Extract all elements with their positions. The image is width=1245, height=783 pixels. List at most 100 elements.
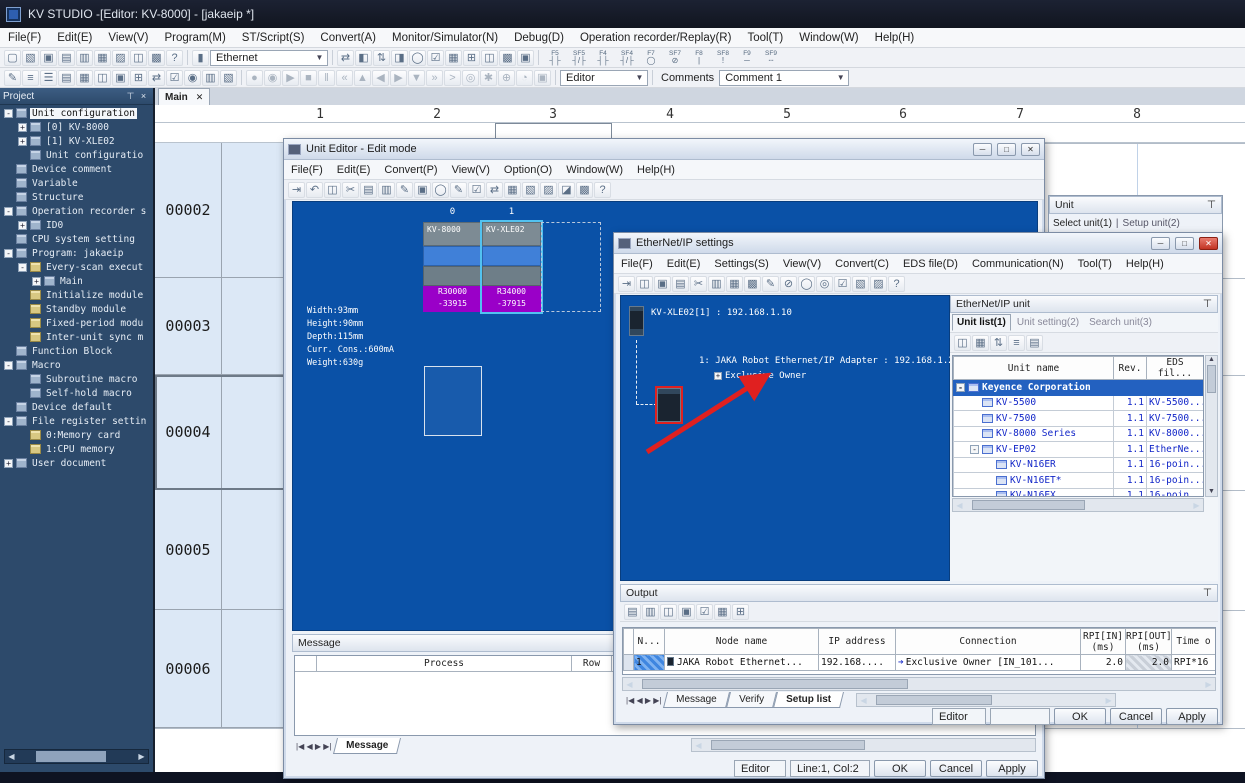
import-unit-icon[interactable]: ⇥ — [288, 182, 305, 198]
copy-icon[interactable]: ▤ — [360, 182, 377, 198]
tree-item[interactable]: + [0] KV-8000 — [0, 120, 155, 134]
tree-item[interactable]: Variable — [0, 176, 155, 190]
step-back-icon[interactable]: ◀ — [372, 70, 389, 86]
menu-item[interactable]: Help(H) — [630, 162, 682, 178]
adapter-device-icon[interactable] — [657, 388, 681, 422]
unit-window-icon[interactable]: ◫ — [94, 70, 111, 86]
expand-toggle[interactable]: - — [970, 445, 979, 454]
record-stop-icon[interactable]: ◉ — [264, 70, 281, 86]
tree-item[interactable]: Unit configuratio — [0, 148, 155, 162]
tab-nav-arrows[interactable]: |◀ ◀ ▶ ▶| — [622, 696, 665, 705]
expand-toggle[interactable]: + — [18, 137, 27, 146]
scroll-left-icon[interactable]: ◀ — [623, 679, 636, 690]
unit-list-row[interactable]: -Keyence Corporation — [954, 380, 1204, 396]
paste-icon[interactable]: ▦ — [726, 276, 743, 292]
tree-item[interactable]: Fixed-period modu — [0, 316, 155, 330]
tab-setup-unit[interactable]: Setup unit(2) — [1123, 218, 1180, 229]
expand-toggle[interactable]: + — [4, 459, 13, 468]
pause-hand-icon[interactable]: ✱ — [480, 70, 497, 86]
expand-toggle[interactable]: + — [32, 277, 41, 286]
expand-toggle[interactable]: + — [714, 372, 722, 380]
scroll-right-icon[interactable]: ▶ — [1190, 500, 1203, 511]
unit-panel-tab[interactable]: Unit setting(2) — [1013, 315, 1083, 330]
col-ip-address[interactable]: IP address — [819, 629, 896, 655]
tree-item[interactable]: Standby module — [0, 302, 155, 316]
window-split-icon[interactable]: ▥ — [202, 70, 219, 86]
menu-item[interactable]: ST/Script(S) — [234, 30, 313, 46]
comm-route-combo[interactable]: Ethernet▼ — [210, 50, 328, 66]
rewind-icon[interactable]: « — [336, 70, 353, 86]
convert-icon[interactable]: ⇄ — [486, 182, 503, 198]
col-unit-name[interactable]: Unit name — [954, 357, 1114, 380]
scroll-left-icon[interactable]: ◀ — [953, 500, 966, 511]
dcv-icon[interactable]: ▣ — [517, 50, 534, 66]
tab-nav-arrows[interactable]: |◀ ◀ ▶ ▶| — [292, 742, 335, 751]
maximize-icon[interactable]: □ — [997, 143, 1016, 156]
target-icon[interactable]: ◎ — [462, 70, 479, 86]
ok-button[interactable]: OK — [874, 760, 926, 777]
grid-view-icon[interactable]: ▦ — [76, 70, 93, 86]
f9-key[interactable]: F9 ─ — [735, 49, 759, 67]
tree-item[interactable]: - Every-scan execut — [0, 260, 155, 274]
expand-toggle[interactable]: - — [4, 417, 13, 426]
tree-item[interactable]: Structure — [0, 190, 155, 204]
icon-view-icon[interactable]: ◫ — [954, 335, 971, 351]
search-icon[interactable]: ◯ — [798, 276, 815, 292]
save-as-icon[interactable]: ▤ — [58, 50, 75, 66]
menu-item[interactable]: Option(O) — [497, 162, 559, 178]
unit-list-row[interactable]: KV-N16ET* 1.1 16-poin... — [954, 473, 1204, 489]
device-comment-icon[interactable]: ▣ — [112, 70, 129, 86]
list-view-icon[interactable]: ▦ — [972, 335, 989, 351]
unit-list-row[interactable]: KV-N16ER 1.1 16-poin... — [954, 457, 1204, 473]
tree-item[interactable]: - Macro — [0, 358, 155, 372]
tree-item[interactable]: - Unit configuration — [0, 106, 155, 120]
find-icon[interactable]: ◫ — [660, 604, 677, 620]
expand-toggle[interactable]: - — [4, 361, 13, 370]
copy-unit-icon[interactable]: ▤ — [672, 276, 689, 292]
edit-node-icon[interactable]: ✎ — [762, 276, 779, 292]
simulator-icon[interactable]: ◯ — [409, 50, 426, 66]
comment-set-combo[interactable]: Comment 1▼ — [719, 70, 849, 86]
menu-item[interactable]: Convert(A) — [312, 30, 384, 46]
help-icon[interactable]: ? — [594, 182, 611, 198]
cut-icon[interactable]: ✂ — [690, 276, 707, 292]
unit-editor-hscrollbar[interactable]: ◀ — [691, 738, 1036, 752]
expand-toggle[interactable]: + — [18, 123, 27, 132]
select-icon[interactable]: ☑ — [696, 604, 713, 620]
cut-icon[interactable]: ✂ — [342, 182, 359, 198]
scan-list-icon[interactable]: ◫ — [636, 276, 653, 292]
print-icon[interactable]: ▨ — [112, 50, 129, 66]
record-icon[interactable]: ● — [246, 70, 263, 86]
cancel-button[interactable]: Cancel — [930, 760, 982, 777]
project-verify-icon[interactable]: ▥ — [76, 50, 93, 66]
sf4-key[interactable]: SF4 ┤/├ — [615, 49, 639, 67]
cancel-button[interactable]: Cancel — [1110, 708, 1162, 725]
menu-item[interactable]: Edit(E) — [330, 162, 378, 178]
menu-item[interactable]: Communication(N) — [965, 256, 1071, 272]
tree-item[interactable]: + ID0 — [0, 218, 155, 232]
unit-list-row[interactable]: KV-7500 1.1 KV-7500... — [954, 411, 1204, 427]
compare-icon[interactable]: ▨ — [540, 182, 557, 198]
read-unit-icon[interactable]: ▦ — [504, 182, 521, 198]
col-rpi-in[interactable]: RPI[IN](ms) — [1081, 629, 1126, 655]
tree-item[interactable]: - Operation recorder s — [0, 204, 155, 218]
save-project-icon[interactable]: ▣ — [40, 50, 57, 66]
menu-item[interactable]: File(F) — [284, 162, 330, 178]
sheet-tab[interactable]: Message — [663, 692, 730, 708]
paste-icon[interactable]: ▥ — [642, 604, 659, 620]
menu-item[interactable]: Program(M) — [156, 30, 233, 46]
scroll-right-icon[interactable]: ▶ — [1102, 695, 1115, 706]
col-rpi-out[interactable]: RPI[OUT](ms) — [1126, 629, 1172, 655]
pin-icon[interactable]: ⊤ — [1203, 587, 1212, 599]
menu-item[interactable]: File(F) — [0, 30, 49, 46]
project-hscrollbar[interactable]: ◀ ▶ — [4, 749, 149, 764]
minimize-icon[interactable]: ─ — [973, 143, 992, 156]
expand-toggle[interactable]: - — [4, 207, 13, 216]
maximize-icon[interactable]: □ — [1175, 237, 1194, 250]
undo-icon[interactable]: ↶ — [306, 182, 323, 198]
unit-list-hscrollbar[interactable]: ◀ ▶ — [952, 498, 1204, 512]
menu-item[interactable]: View(V) — [445, 162, 497, 178]
write-unit-icon[interactable]: ▧ — [522, 182, 539, 198]
scroll-right-icon[interactable]: ▶ — [1202, 679, 1215, 690]
unit-list-row[interactable]: KV-5500 1.1 KV-5500... — [954, 395, 1204, 411]
